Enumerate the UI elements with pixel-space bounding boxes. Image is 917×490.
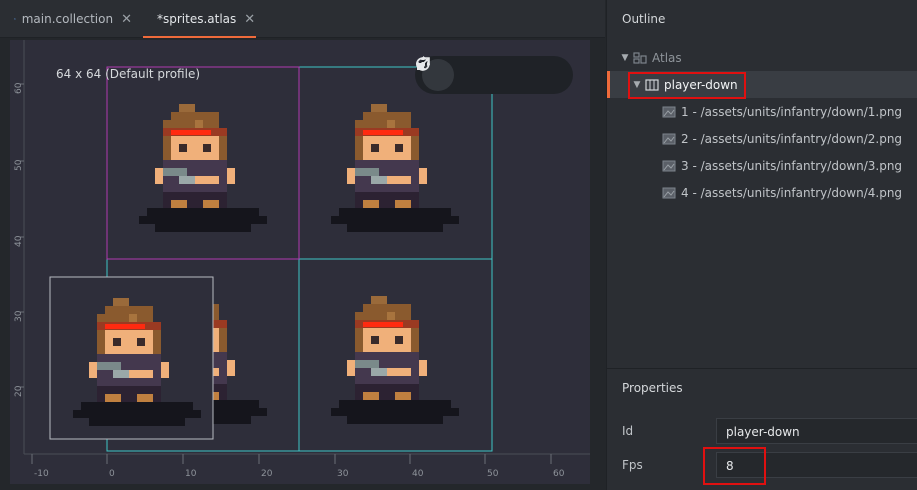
tree-item-label: 3 - /assets/units/infantry/down/3.png <box>681 158 903 173</box>
close-icon[interactable]: ✕ <box>244 12 255 27</box>
ruler-y-label: 30 <box>14 310 24 322</box>
profile-label: 64 x 64 (Default profile) <box>56 67 201 81</box>
outline-title: Outline <box>622 12 666 26</box>
tab-sprites-atlas[interactable]: *sprites.atlas ✕ <box>143 0 257 38</box>
tree-item-image[interactable]: 4 - /assets/units/infantry/down/4.png <box>607 179 917 206</box>
editor-window: main.collection ✕ *sprites.atlas ✕ 60 50… <box>0 0 917 490</box>
tree-item-image[interactable]: 2 - /assets/units/infantry/down/2.png <box>607 125 917 152</box>
scene-toolbar <box>415 56 573 94</box>
ruler-y-label: 20 <box>14 385 24 397</box>
tree-item-label: 4 - /assets/units/infantry/down/4.png <box>681 185 903 200</box>
scene-view[interactable]: 60 50 40 30 20 -10 0 10 20 30 40 50 60 6… <box>10 40 590 484</box>
tab-main-collection[interactable]: main.collection ✕ <box>6 0 140 38</box>
atlas-icon <box>633 51 647 64</box>
outline-tree: ▼ Atlas ▼ player-down 1 - /assets/units/… <box>607 44 917 206</box>
ruler-y-label: 50 <box>14 159 24 171</box>
active-tab-indicator <box>143 36 256 38</box>
scale-tool[interactable] <box>417 57 529 91</box>
ruler-y-label: 40 <box>14 235 24 247</box>
id-label: Id <box>622 424 634 438</box>
ruler-x-label: 50 <box>487 469 499 479</box>
ruler-x-label: 40 <box>412 469 424 479</box>
image-icon <box>662 187 676 198</box>
rotate-tool[interactable] <box>416 56 491 91</box>
scene-canvas: 60 50 40 30 20 -10 0 10 20 30 40 50 60 <box>10 40 590 484</box>
close-icon[interactable]: ✕ <box>121 12 132 27</box>
id-field[interactable]: player-down <box>716 418 917 444</box>
ruler-x-label: 60 <box>553 469 565 479</box>
image-icon <box>662 133 676 144</box>
collection-icon <box>14 18 16 20</box>
ruler-x-label: 10 <box>185 469 197 479</box>
ruler-x-label: -10 <box>34 469 49 479</box>
image-icon <box>662 160 676 171</box>
image-icon <box>662 106 676 117</box>
tree-item-image[interactable]: 1 - /assets/units/infantry/down/1.png <box>607 98 917 125</box>
annotation-highlight-box <box>703 447 766 485</box>
tree-item-image[interactable]: 3 - /assets/units/infantry/down/3.png <box>607 152 917 179</box>
annotation-highlight-box <box>628 72 746 99</box>
panel-divider <box>607 368 917 369</box>
tree-item-label: 2 - /assets/units/infantry/down/2.png <box>681 131 903 146</box>
selection-indicator <box>607 71 610 98</box>
properties-title: Properties <box>622 381 683 395</box>
tree-item-atlas[interactable]: ▼ Atlas <box>607 44 917 71</box>
chevron-down-icon[interactable]: ▼ <box>619 53 631 63</box>
reset-view-icon <box>416 57 430 71</box>
ruler-y-label: 60 <box>14 82 24 94</box>
right-panel: Outline ▼ Atlas ▼ player-down 1 - /asset… <box>606 0 917 490</box>
ruler-x-label: 20 <box>261 469 273 479</box>
tab-label: main.collection <box>21 12 114 26</box>
ruler-x-label: 30 <box>337 469 349 479</box>
tab-label: *sprites.atlas <box>157 12 237 26</box>
tree-item-label: 1 - /assets/units/infantry/down/1.png <box>681 104 903 119</box>
tree-item-label: Atlas <box>652 50 682 65</box>
ruler-x-label: 0 <box>109 469 115 479</box>
tab-bar: main.collection ✕ *sprites.atlas ✕ <box>0 0 605 38</box>
fps-label: Fps <box>622 458 643 472</box>
reset-view-tool[interactable] <box>416 57 566 91</box>
